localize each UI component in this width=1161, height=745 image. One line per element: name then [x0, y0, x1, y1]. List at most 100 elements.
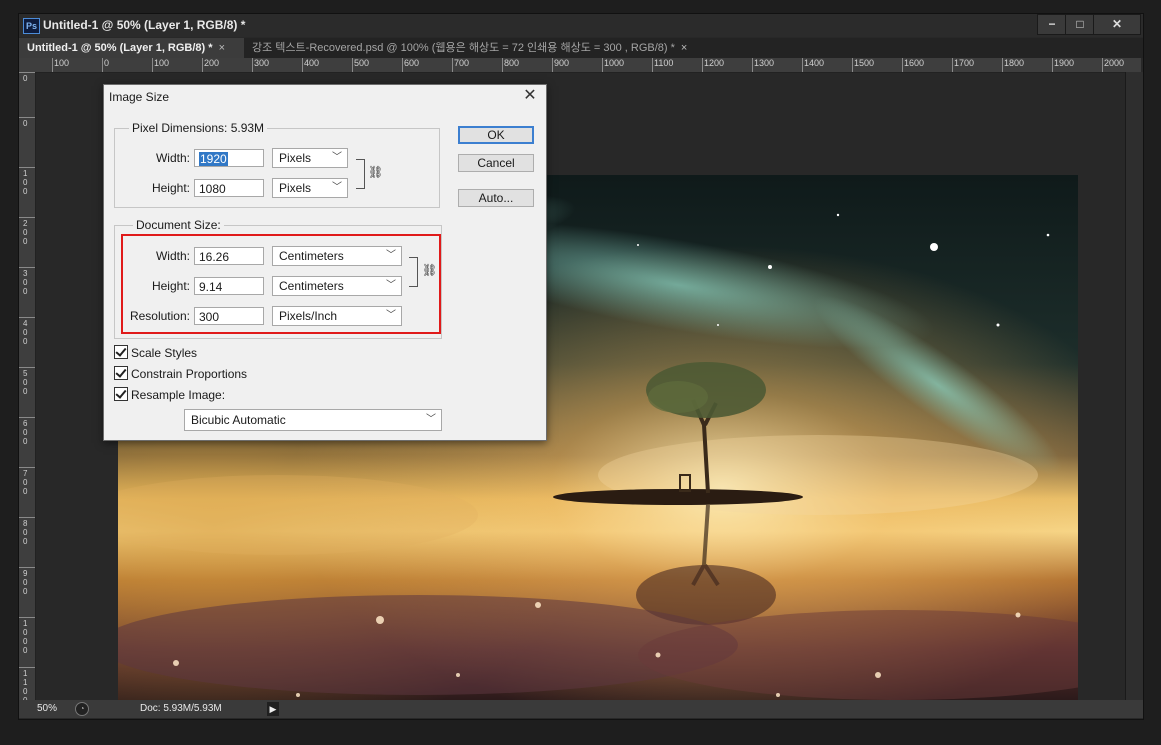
cancel-button[interactable]: Cancel — [458, 154, 534, 172]
tab-recovered-psd[interactable]: 강조 텍스트-Recovered.psd @ 100% (웹용은 해상도 = 7… — [244, 38, 695, 58]
title-bar: Ps Untitled-1 @ 50% (Layer 1, RGB/8) * −… — [19, 14, 1143, 37]
checkbox-checked-icon[interactable] — [114, 366, 128, 380]
dialog-close-icon[interactable]: ✕ — [522, 88, 538, 104]
ruler-label: 1200 — [704, 58, 725, 68]
tab-close-icon[interactable]: × — [219, 42, 225, 54]
ruler-tick — [19, 267, 35, 268]
document-size-label: Document Size: — [133, 218, 224, 232]
ruler-tick — [352, 58, 353, 72]
horizontal-ruler[interactable]: 100 0 100 200 300 400 500 600 700 800 900 1000 1100 1… — [35, 58, 1141, 73]
close-window-button[interactable]: ✕ — [1093, 14, 1141, 35]
ruler-tick — [502, 58, 503, 72]
chain-link-icon: ⛓ — [368, 165, 384, 179]
ruler-label: 500 — [23, 369, 28, 396]
tab-label: Untitled-1 @ 50% (Layer 1, RGB/8) * — [27, 42, 213, 54]
ruler-label: 1500 — [854, 58, 875, 68]
ruler-label: 800 — [23, 519, 28, 546]
ok-button[interactable]: OK — [458, 126, 534, 144]
ruler-label: 700 — [23, 469, 28, 496]
ruler-label: 300 — [254, 58, 270, 68]
ruler-label: 1600 — [904, 58, 925, 68]
dialog-title: Image Size — [109, 90, 170, 104]
dialog-title-bar[interactable]: Image Size ✕ — [104, 85, 546, 109]
pixel-dimensions-label: Pixel Dimensions: 5.93M — [129, 121, 268, 135]
ruler-label: 1400 — [804, 58, 825, 68]
photoshop-app-icon: Ps — [23, 18, 40, 34]
constrain-proportions-checkbox[interactable]: Constrain Proportions — [114, 366, 247, 381]
ruler-tick — [752, 58, 753, 72]
ruler-label: 200 — [23, 219, 28, 246]
scale-styles-checkbox[interactable]: Scale Styles — [114, 345, 197, 360]
ruler-label: 0 — [23, 74, 28, 83]
image-size-dialog: Image Size ✕ Pixel Dimensions: 5.93M Wid… — [103, 84, 547, 441]
ruler-tick — [19, 317, 35, 318]
ruler-label: 600 — [404, 58, 420, 68]
ruler-tick — [19, 567, 35, 568]
ruler-label: 1800 — [1004, 58, 1025, 68]
ruler-tick — [952, 58, 953, 72]
ruler-label: 600 — [23, 419, 28, 446]
auto-button[interactable]: Auto... — [458, 189, 534, 207]
ruler-label: 2000 — [1104, 58, 1125, 68]
ruler-tick — [19, 667, 35, 668]
ruler-tick — [452, 58, 453, 72]
pixel-width-label: Width: — [155, 151, 190, 165]
chevron-down-icon: ﹀ — [332, 152, 342, 163]
ruler-tick — [52, 58, 53, 72]
ruler-tick — [1052, 58, 1053, 72]
ruler-label: 0 — [104, 58, 110, 68]
vertical-scrollbar[interactable] — [1125, 72, 1143, 700]
resample-method-select[interactable]: Bicubic Automatic ﹀ — [184, 409, 442, 431]
ruler-tick — [19, 617, 35, 618]
vertical-ruler[interactable]: 0 0 100 200 300 400 500 600 700 800 900 1000 1100 — [19, 72, 36, 700]
pixel-link-bracket — [356, 159, 365, 189]
ruler-label: 100 — [154, 58, 170, 68]
ruler-tick — [19, 72, 35, 73]
minimize-button[interactable]: − — [1037, 14, 1067, 35]
chevron-down-icon: ﹀ — [426, 414, 436, 425]
ruler-label: 1000 — [604, 58, 625, 68]
ruler-label: 700 — [454, 58, 470, 68]
window-title: Untitled-1 @ 50% (Layer 1, RGB/8) * — [43, 18, 246, 32]
ruler-tick — [902, 58, 903, 72]
ruler-origin[interactable] — [19, 58, 35, 72]
pixel-height-unit-select[interactable]: Pixels ﹀ — [272, 178, 348, 198]
ruler-label: 400 — [304, 58, 320, 68]
ruler-label: 200 — [204, 58, 220, 68]
ruler-tick — [19, 167, 35, 168]
ruler-tick — [602, 58, 603, 72]
maximize-button[interactable]: □ — [1065, 14, 1095, 35]
ruler-tick — [1102, 58, 1103, 72]
pixel-height-input[interactable]: 1080 — [194, 179, 264, 197]
ruler-label: 1100 — [654, 58, 674, 68]
pixel-height-label: Height: — [151, 181, 190, 195]
pixel-width-unit-select[interactable]: Pixels ﹀ — [272, 148, 348, 168]
ruler-tick — [202, 58, 203, 72]
ruler-label: 100 — [54, 58, 70, 68]
chevron-down-icon: ﹀ — [332, 182, 342, 193]
ruler-tick — [19, 417, 35, 418]
ruler-tick — [152, 58, 153, 72]
doc-size-info: Doc: 5.93M/5.93M — [140, 703, 222, 714]
ruler-label: 500 — [354, 58, 370, 68]
ruler-tick — [19, 467, 35, 468]
tab-untitled-1[interactable]: Untitled-1 @ 50% (Layer 1, RGB/8) * × — [19, 38, 244, 58]
ruler-label: 900 — [554, 58, 570, 68]
document-tab-bar: Untitled-1 @ 50% (Layer 1, RGB/8) * × 강조 … — [19, 38, 1143, 58]
ruler-label: 400 — [23, 319, 28, 346]
pixel-width-input[interactable]: 1920 — [194, 149, 264, 167]
ruler-label: 100 — [23, 169, 28, 196]
ruler-tick — [252, 58, 253, 72]
checkbox-checked-icon[interactable] — [114, 345, 128, 359]
highlight-annotation-box — [121, 234, 441, 334]
resample-image-checkbox[interactable]: Resample Image: — [114, 387, 225, 402]
ruler-tick — [802, 58, 803, 72]
status-info-icon[interactable]: ◔ — [75, 702, 89, 716]
ruler-tick — [852, 58, 853, 72]
status-menu-arrow[interactable]: ▶ — [267, 702, 279, 716]
zoom-level[interactable]: 50% — [37, 703, 57, 714]
checkbox-checked-icon[interactable] — [114, 387, 128, 401]
tab-close-icon[interactable]: × — [681, 42, 687, 54]
ruler-tick — [402, 58, 403, 72]
ruler-label: 800 — [504, 58, 520, 68]
